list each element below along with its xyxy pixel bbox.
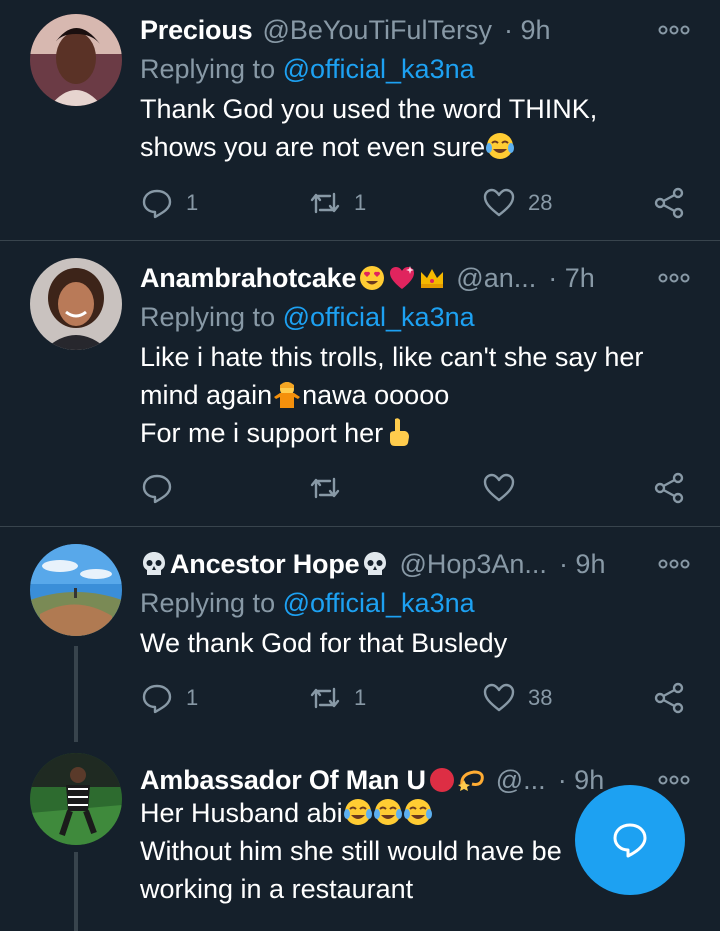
like-button[interactable] <box>482 468 516 508</box>
dizzy-emoji-icon <box>457 770 484 791</box>
tweet-text-line: mind again nawa ooooo <box>140 380 450 410</box>
replying-to: Replying to @official_ka3na <box>140 302 475 333</box>
compose-reply-icon <box>613 823 647 858</box>
tears-of-joy-emoji-icon <box>403 799 432 825</box>
user-handle[interactable]: @BeYouTiFulTersy <box>262 15 492 46</box>
avatar[interactable] <box>30 753 122 845</box>
avatar-image <box>30 258 122 350</box>
more-horizontal-icon[interactable] <box>658 556 690 572</box>
replying-prefix: Replying to <box>140 302 283 332</box>
tweet-text: We thank God for that Busledy <box>140 624 700 662</box>
user-handle[interactable]: @... <box>496 765 546 796</box>
timestamp[interactable]: · 7h <box>548 263 595 294</box>
share-button[interactable] <box>652 183 686 223</box>
red-circle-emoji-icon <box>429 768 454 792</box>
share-button[interactable] <box>652 678 686 718</box>
compose-reply-button[interactable] <box>575 785 685 895</box>
reply-count: 1 <box>186 685 199 710</box>
sparkling-heart-emoji-icon <box>390 266 415 289</box>
like-button[interactable]: 38 <box>482 678 552 718</box>
replying-to: Replying to @official_ka3na <box>140 54 475 85</box>
heart-icon <box>483 188 515 217</box>
crown-emoji-icon <box>421 269 444 288</box>
avatar[interactable] <box>30 258 122 350</box>
retweet-button[interactable] <box>308 468 342 508</box>
pointing-up-emoji-icon <box>390 418 410 446</box>
reply-count: 1 <box>186 190 199 215</box>
tweet-header: Anambrahotcake @an... · 7h <box>140 258 650 298</box>
heart-eyes-emoji-icon <box>360 266 385 290</box>
replying-prefix: Replying to <box>140 54 283 84</box>
avatar-image <box>30 544 122 636</box>
tweet-text-line: Thank God you used the word THINK, <box>140 94 598 124</box>
like-button[interactable]: 28 <box>482 183 552 223</box>
replying-to-link[interactable]: @official_ka3na <box>283 302 475 332</box>
tweet-text-line: For me i support her <box>140 414 700 452</box>
share-icon <box>654 472 684 504</box>
tweet-text-line: shows you are not even sure <box>140 128 700 166</box>
tweet-text-line: We thank God for that Busledy <box>140 628 508 658</box>
avatar-image <box>30 14 122 106</box>
skull-emoji-icon <box>143 552 165 575</box>
display-name[interactable]: Precious <box>140 15 253 46</box>
tears-of-joy-emoji-icon <box>486 133 515 159</box>
reply-bubble-icon <box>142 189 172 219</box>
retweet-button[interactable]: 1 <box>308 183 366 223</box>
display-name[interactable]: Anambrahotcake <box>140 263 356 294</box>
retweet-count: 1 <box>354 685 367 710</box>
user-handle[interactable]: @an... <box>456 263 536 294</box>
tweet-divider <box>0 240 720 241</box>
timestamp[interactable]: · 9h <box>504 15 551 46</box>
heart-icon <box>483 473 515 502</box>
tweet-actions <box>140 468 696 508</box>
share-icon <box>654 682 684 714</box>
tweet-text: Like i hate this trolls, like can't she … <box>140 338 700 452</box>
tweet-actions: 1 1 28 <box>140 183 696 223</box>
reply-bubble-icon <box>142 684 172 714</box>
replying-prefix: Replying to <box>140 588 283 618</box>
timestamp[interactable]: · 9h <box>558 765 605 796</box>
reply-bubble-icon <box>142 474 172 504</box>
replying-to: Replying to @official_ka3na <box>140 588 475 619</box>
replying-to-link[interactable]: @official_ka3na <box>283 588 475 618</box>
tweet-anambrahotcake[interactable]: Anambrahotcake @an... · 7h Replying to @… <box>0 248 720 526</box>
retweet-icon <box>310 687 340 709</box>
reply-button[interactable]: 1 <box>140 678 198 718</box>
retweet-icon <box>310 192 340 214</box>
display-name[interactable]: Ancestor Hope <box>170 549 360 580</box>
reply-button[interactable]: 1 <box>140 183 198 223</box>
like-count: 38 <box>528 685 553 710</box>
display-name[interactable]: Ambassador Of Man U <box>140 765 426 796</box>
replying-to-link[interactable]: @official_ka3na <box>283 54 475 84</box>
tweet-header: Precious @BeYouTiFulTersy · 9h <box>140 10 650 50</box>
heart-icon <box>483 683 515 712</box>
timestamp[interactable]: · 9h <box>559 549 606 580</box>
skull-emoji-icon <box>364 552 387 575</box>
tweet-precious[interactable]: Precious @BeYouTiFulTersy · 9h Replying … <box>0 0 720 240</box>
tweet-text: Thank God you used the word THINK, shows… <box>140 90 700 166</box>
tweet-actions: 1 1 38 <box>140 678 696 718</box>
tears-of-joy-emoji-icon <box>343 799 372 825</box>
more-horizontal-icon[interactable] <box>658 22 690 38</box>
share-icon <box>654 187 684 219</box>
tweet-ancestor-hope[interactable]: Ancestor Hope @Hop3An... · 9h Replying t… <box>0 534 720 744</box>
person-shrugging-emoji-icon <box>274 382 301 408</box>
avatar-image <box>30 753 122 845</box>
retweet-count: 1 <box>354 190 367 215</box>
retweet-button[interactable]: 1 <box>308 678 366 718</box>
avatar[interactable] <box>30 14 122 106</box>
more-horizontal-icon[interactable] <box>658 772 690 788</box>
tweet-header: Ancestor Hope @Hop3An... · 9h <box>140 544 650 584</box>
user-handle[interactable]: @Hop3An... <box>399 549 547 580</box>
tears-of-joy-emoji-icon <box>373 799 402 825</box>
share-button[interactable] <box>652 468 686 508</box>
retweet-icon <box>310 477 340 499</box>
like-count: 28 <box>528 190 553 215</box>
tweet-divider <box>0 526 720 527</box>
more-horizontal-icon[interactable] <box>658 270 690 286</box>
reply-button[interactable] <box>140 468 174 508</box>
tweet-text-line: Like i hate this trolls, like can't she … <box>140 342 644 372</box>
avatar[interactable] <box>30 544 122 636</box>
